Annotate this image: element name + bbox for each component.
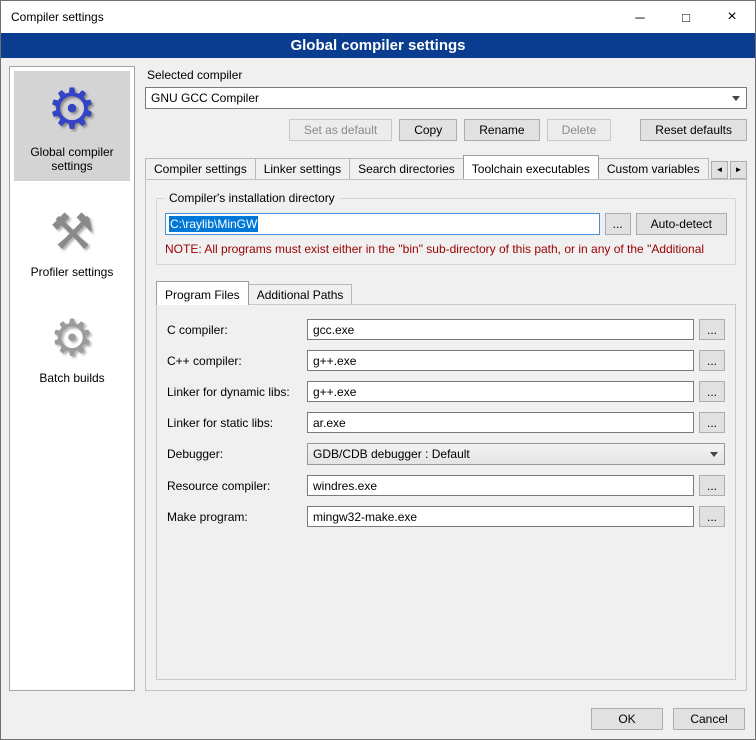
gear-icon: ⚙ [47,81,97,137]
linker-static-input[interactable]: ar.exe [307,412,694,433]
form-row: Debugger: GDB/CDB debugger : Default [167,443,725,465]
rename-button[interactable]: Rename [464,119,539,141]
dropdown-arrow-icon [728,96,744,101]
make-program-browse-button[interactable]: ... [699,506,725,527]
resource-compiler-input[interactable]: windres.exe [307,475,694,496]
minimize-button[interactable]: ─ [617,1,663,33]
installation-directory-row: C:\raylib\MinGW ... Auto-detect [165,213,727,235]
linker-static-value: ar.exe [313,416,346,430]
program-files-page: C compiler: gcc.exe ... C++ compiler: g+… [156,304,736,680]
form-row: Resource compiler: windres.exe ... [167,475,725,496]
tab-build-options[interactable]: Buil [708,158,709,179]
installation-directory-group-title: Compiler's installation directory [165,191,339,205]
gear-icon: ⚙ [50,313,95,363]
form-row: Linker for static libs: ar.exe ... [167,412,725,433]
dropdown-arrow-icon [706,452,722,457]
dialog-content: ⚙ Global compiler settings ⚒ Profiler se… [1,58,755,699]
debugger-dropdown[interactable]: GDB/CDB debugger : Default [307,443,725,465]
form-row: Make program: mingw32-make.exe ... [167,506,725,527]
linker-dynamic-value: g++.exe [313,385,356,399]
sidebar-item-global-compiler-settings[interactable]: ⚙ Global compiler settings [14,71,130,181]
ok-button[interactable]: OK [591,708,663,730]
sidebar-item-profiler-settings[interactable]: ⚒ Profiler settings [14,197,130,287]
window-controls: ─ □ × [617,1,755,33]
make-program-label: Make program: [167,510,307,524]
copy-button[interactable]: Copy [399,119,457,141]
dialog-footer: OK Cancel [1,699,755,739]
reset-defaults-button[interactable]: Reset defaults [640,119,747,141]
executables-subtabs: Program Files Additional Paths [156,281,736,305]
sidebar-item-label: Global compiler settings [16,145,128,173]
debugger-label: Debugger: [167,447,307,461]
tabs: Compiler settings Linker settings Search… [145,155,709,179]
c-compiler-value: gcc.exe [313,323,354,337]
cpp-compiler-label: C++ compiler: [167,354,307,368]
delete-button: Delete [547,119,612,141]
form-row: Linker for dynamic libs: g++.exe ... [167,381,725,402]
close-button[interactable]: × [709,1,755,33]
selected-compiler-value: GNU GCC Compiler [151,91,728,105]
installation-directory-note: NOTE: All programs must exist either in … [165,242,727,256]
selected-compiler-dropdown[interactable]: GNU GCC Compiler [145,87,747,109]
linker-dynamic-label: Linker for dynamic libs: [167,385,307,399]
resource-compiler-value: windres.exe [313,479,377,493]
tab-additional-paths[interactable]: Additional Paths [248,284,353,305]
tab-toolchain-executables[interactable]: Toolchain executables [463,155,599,179]
tab-scroll-right-button[interactable]: ► [730,161,747,179]
form-row: C++ compiler: g++.exe ... [167,350,725,371]
cpp-compiler-value: g++.exe [313,354,356,368]
minimize-icon: ─ [635,10,644,25]
cpp-compiler-input[interactable]: g++.exe [307,350,694,371]
titlebar: Compiler settings ─ □ × [1,1,755,33]
installation-directory-input[interactable]: C:\raylib\MinGW [165,213,600,235]
installation-directory-group: Compiler's installation directory C:\ray… [156,198,736,265]
resource-compiler-browse-button[interactable]: ... [699,475,725,496]
linker-static-browse-button[interactable]: ... [699,412,725,433]
installation-directory-value: C:\raylib\MinGW [169,216,258,232]
scroll-right-icon: ► [735,166,743,174]
installation-directory-browse-button[interactable]: ... [605,213,631,235]
tab-linker-settings[interactable]: Linker settings [255,158,350,179]
linker-dynamic-browse-button[interactable]: ... [699,381,725,402]
maximize-icon: □ [682,10,690,25]
scroll-left-icon: ◄ [716,166,724,174]
selected-compiler-label: Selected compiler [147,68,747,82]
settings-sidebar: ⚙ Global compiler settings ⚒ Profiler se… [9,66,135,691]
debugger-value: GDB/CDB debugger : Default [313,447,706,461]
profiler-icon: ⚒ [50,207,95,257]
c-compiler-input[interactable]: gcc.exe [307,319,694,340]
form-row: C compiler: gcc.exe ... [167,319,725,340]
compiler-settings-window: Compiler settings ─ □ × Global compiler … [0,0,756,740]
make-program-input[interactable]: mingw32-make.exe [307,506,694,527]
maximize-button[interactable]: □ [663,1,709,33]
window-title: Compiler settings [1,10,617,24]
dialog-header: Global compiler settings [1,33,755,58]
make-program-value: mingw32-make.exe [313,510,417,524]
sidebar-item-batch-builds[interactable]: ⚙ Batch builds [14,303,130,393]
sidebar-item-label: Profiler settings [31,265,114,279]
c-compiler-label: C compiler: [167,323,307,337]
settings-tabstrip: Compiler settings Linker settings Search… [145,155,747,179]
linker-static-label: Linker for static libs: [167,416,307,430]
toolchain-executables-page: Compiler's installation directory C:\ray… [145,179,747,691]
set-as-default-button: Set as default [289,119,392,141]
resource-compiler-label: Resource compiler: [167,479,307,493]
tab-custom-variables[interactable]: Custom variables [598,158,709,179]
tab-compiler-settings[interactable]: Compiler settings [145,158,256,179]
cancel-button[interactable]: Cancel [673,708,745,730]
cpp-compiler-browse-button[interactable]: ... [699,350,725,371]
tab-search-directories[interactable]: Search directories [349,158,464,179]
compiler-actions: Set as default Copy Rename Delete Reset … [145,119,747,141]
linker-dynamic-input[interactable]: g++.exe [307,381,694,402]
main-panel: Selected compiler GNU GCC Compiler Set a… [145,66,747,691]
tab-program-files[interactable]: Program Files [156,281,249,305]
close-icon: × [727,8,736,26]
sidebar-item-label: Batch builds [39,371,104,385]
tab-scroll-left-button[interactable]: ◄ [711,161,728,179]
auto-detect-button[interactable]: Auto-detect [636,213,727,235]
c-compiler-browse-button[interactable]: ... [699,319,725,340]
